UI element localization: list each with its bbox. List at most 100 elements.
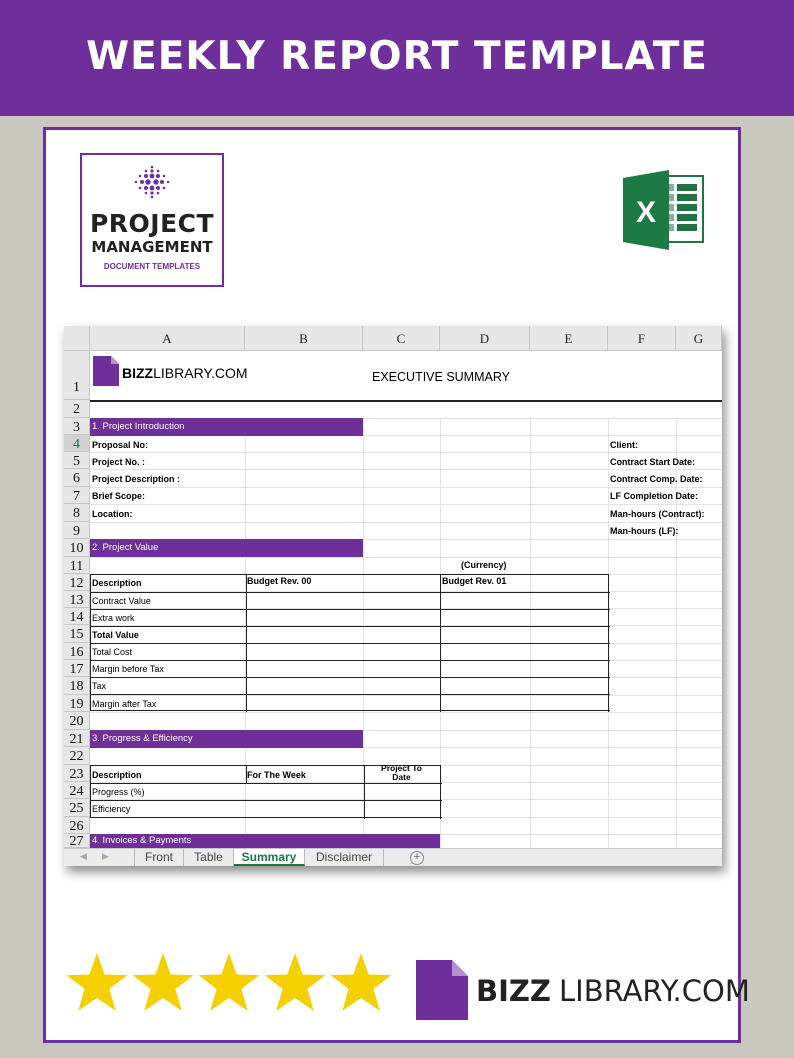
value-table-row-rule: [91, 694, 610, 695]
column-header-d[interactable]: D: [440, 326, 530, 351]
row-header[interactable]: 2: [64, 400, 90, 418]
value-row-margin-before-tax: Margin before Tax: [92, 664, 164, 674]
tab-front[interactable]: Front: [134, 849, 184, 866]
progress-header-for-the-week: For The Week: [247, 770, 306, 780]
value-row-total-value: Total Value: [92, 630, 139, 640]
value-table-row-rule: [91, 592, 610, 593]
select-all-corner[interactable]: [64, 326, 90, 351]
sheet-grid[interactable]: A B C D E F G 1 2 3 4 5 6 7 8 9 10 11 12 13 14 15 16 17 1…: [64, 326, 722, 849]
add-sheet-icon[interactable]: +: [410, 851, 424, 865]
field-contract-start-date: Contract Start Date:: [610, 457, 696, 467]
field-man-hours-lf: Man-hours (LF):: [610, 526, 679, 536]
column-header-e[interactable]: E: [530, 326, 608, 351]
sheet-brand: BIZZLIBRARY.COM: [122, 365, 248, 381]
row-header[interactable]: 11: [64, 557, 90, 574]
row-header[interactable]: 6: [64, 469, 90, 487]
value-header-budget-rev-00: Budget Rev. 00: [247, 576, 312, 586]
progress-header-description: Description: [92, 770, 142, 780]
star-icon: [132, 953, 194, 1011]
bizzlibrary-footer-logo: BIZZ LIBRARY.COM: [416, 960, 750, 1020]
progress-row-efficiency: Efficiency: [92, 804, 131, 814]
column-header-g[interactable]: G: [676, 326, 722, 351]
row-header[interactable]: 24: [64, 782, 90, 799]
row-header[interactable]: 25: [64, 799, 90, 817]
row-header[interactable]: 4: [64, 435, 90, 452]
row-header[interactable]: 20: [64, 712, 90, 730]
five-star-rating: [66, 953, 392, 1011]
footer-brand-light: LIBRARY.COM: [559, 974, 750, 1008]
value-header-budget-rev-01: Budget Rev. 01: [442, 576, 507, 586]
row-header[interactable]: 18: [64, 677, 90, 695]
tab-scroll-left-icon[interactable]: ◀: [80, 851, 87, 862]
tab-disclaimer[interactable]: Disclaimer: [305, 849, 384, 866]
column-header-b[interactable]: B: [245, 326, 363, 351]
gridline: [90, 712, 722, 713]
star-icon: [330, 953, 392, 1011]
row-header[interactable]: 9: [64, 522, 90, 539]
star-icon: [264, 953, 326, 1011]
spreadsheet[interactable]: A B C D E F G 1 2 3 4 5 6 7 8 9 10 11 12 13 14 15 16 17 1…: [64, 326, 722, 866]
logo-line-3: DOCUMENT TEMPLATES: [103, 262, 201, 271]
value-table-row-rule: [91, 677, 610, 678]
logo-line-2: MANAGEMENT: [91, 238, 213, 256]
column-header-f[interactable]: F: [608, 326, 676, 351]
row-header[interactable]: 16: [64, 643, 90, 660]
footer-brand-bold: BIZZ: [476, 974, 551, 1008]
title-banner: WEEKLY REPORT TEMPLATE: [0, 0, 794, 116]
value-table-row-rule: [91, 643, 610, 644]
gridline: [90, 452, 722, 453]
row-header[interactable]: 13: [64, 591, 90, 608]
value-row-margin-after-tax: Margin after Tax: [92, 699, 157, 709]
progress-table-row-rule: [91, 783, 442, 784]
tab-summary[interactable]: Summary: [234, 849, 305, 866]
value-table-row-rule: [91, 626, 610, 627]
row-header[interactable]: 22: [64, 747, 90, 765]
row-header[interactable]: 23: [64, 765, 90, 782]
value-row-extra-work: Extra work: [92, 613, 135, 623]
row-header[interactable]: 3: [64, 418, 90, 435]
dots-logo-icon: [134, 165, 170, 199]
star-icon: [198, 953, 260, 1011]
gridline: [90, 557, 722, 558]
page-title: WEEKLY REPORT TEMPLATE: [86, 34, 708, 79]
column-header-a[interactable]: A: [90, 326, 245, 351]
row-header[interactable]: 1: [64, 351, 90, 400]
row-header[interactable]: 14: [64, 608, 90, 625]
tab-scroll-right-icon[interactable]: ▶: [102, 851, 109, 862]
progress-table-bottom-border: [91, 817, 442, 818]
progress-table-row-rule: [91, 800, 442, 801]
row-header[interactable]: 8: [64, 504, 90, 522]
tab-table[interactable]: Table: [184, 849, 234, 866]
field-proposal-no: Proposal No:: [92, 440, 149, 450]
project-management-logo: PROJECT MANAGEMENT DOCUMENT TEMPLATES: [80, 153, 224, 287]
title-rule: [90, 400, 722, 402]
bizzlibrary-logo-icon: [93, 356, 119, 386]
row-header[interactable]: 15: [64, 625, 90, 643]
value-row-total-cost: Total Cost: [92, 647, 133, 657]
value-header-description: Description: [92, 578, 142, 588]
row-header[interactable]: 26: [64, 817, 90, 834]
row-header[interactable]: 12: [64, 574, 90, 591]
value-table-bottom-border: [91, 710, 610, 711]
row-header[interactable]: 5: [64, 452, 90, 469]
column-header-c[interactable]: C: [363, 326, 440, 351]
row-header[interactable]: 17: [64, 660, 90, 677]
currency-label: (Currency): [461, 560, 507, 570]
row-header[interactable]: 7: [64, 487, 90, 504]
value-row-tax: Tax: [92, 681, 107, 691]
row-header[interactable]: 21: [64, 730, 90, 747]
star-icon: [66, 953, 128, 1011]
field-man-hours-contract: Man-hours (Contract):: [610, 509, 705, 519]
field-contract-comp-date: Contract Comp. Date:: [610, 474, 703, 484]
progress-table-right-border: [440, 766, 441, 819]
field-location: Location:: [92, 509, 133, 519]
progress-row-progress: Progress (%): [92, 787, 145, 797]
value-table-row-rule: [91, 609, 610, 610]
excel-icon: X: [623, 170, 704, 250]
field-project-no: Project No. :: [92, 457, 146, 467]
row-header[interactable]: 27: [64, 834, 90, 849]
field-client: Client:: [610, 440, 638, 450]
gridline: [90, 504, 722, 505]
row-header[interactable]: 10: [64, 539, 90, 557]
row-header[interactable]: 19: [64, 695, 90, 712]
